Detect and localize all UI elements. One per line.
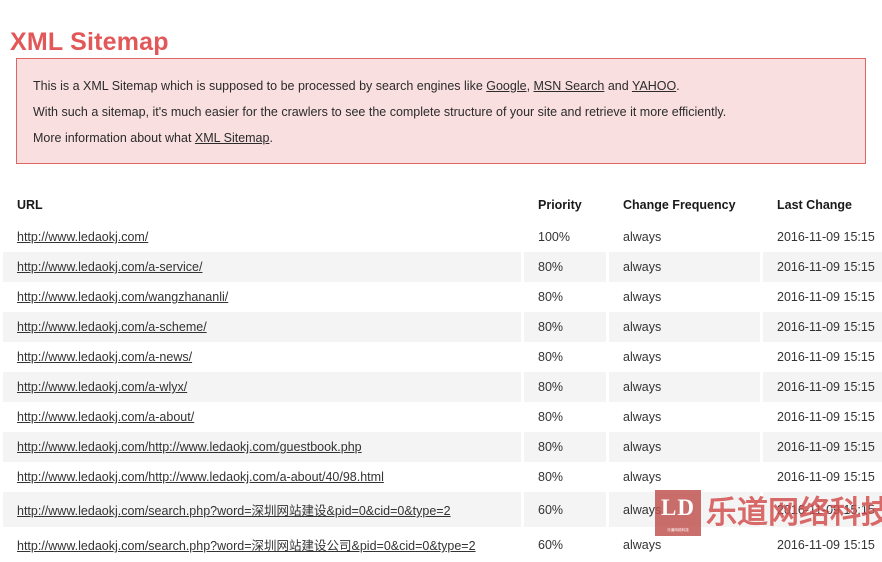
cell-last-change: 2016-11-09 15:15 bbox=[763, 492, 882, 527]
table-row: http://www.ledaokj.com/wangzhananli/80% a… bbox=[3, 282, 882, 312]
cell-priority: 80% bbox=[524, 282, 606, 312]
cell-url: http://www.ledaokj.com/http://www.ledaok… bbox=[3, 462, 521, 492]
cell-url: http://www.ledaokj.com/a-service/ bbox=[3, 252, 521, 282]
table-header-row: URL Priority Change Frequency Last Chang… bbox=[3, 190, 882, 222]
cell-last-change: 2016-11-09 15:15 bbox=[763, 342, 882, 372]
url-link[interactable]: http://www.ledaokj.com/a-about/ bbox=[17, 410, 194, 424]
info-line-2: With such a sitemap, it's much easier fo… bbox=[33, 105, 727, 119]
cell-last-change: 2016-11-09 15:15 bbox=[763, 312, 882, 342]
url-link[interactable]: http://www.ledaokj.com/http://www.ledaok… bbox=[17, 440, 362, 454]
cell-last-change: 2016-11-09 15:15 bbox=[763, 252, 882, 282]
info-line-3-text-end: . bbox=[269, 131, 273, 145]
xml-sitemap-link[interactable]: XML Sitemap bbox=[195, 131, 270, 145]
url-link[interactable]: http://www.ledaokj.com/ bbox=[17, 230, 148, 244]
cell-url: http://www.ledaokj.com/search.php?word=深… bbox=[3, 492, 521, 527]
cell-priority: 80% bbox=[524, 372, 606, 402]
cell-last-change: 2016-11-09 15:15 bbox=[763, 222, 882, 252]
cell-last-change: 2016-11-09 15:15 bbox=[763, 462, 882, 492]
url-link[interactable]: http://www.ledaokj.com/a-service/ bbox=[17, 260, 203, 274]
info-line-1: This is a XML Sitemap which is supposed … bbox=[33, 73, 849, 99]
url-link[interactable]: http://www.ledaokj.com/search.php?word=深… bbox=[17, 539, 476, 553]
cell-priority: 80% bbox=[524, 462, 606, 492]
yahoo-link[interactable]: YAHOO bbox=[632, 79, 676, 93]
sitemap-info-box: This is a XML Sitemap which is supposed … bbox=[16, 58, 866, 164]
cell-url: http://www.ledaokj.com/a-news/ bbox=[3, 342, 521, 372]
sitemap-table: URL Priority Change Frequency Last Chang… bbox=[0, 190, 882, 562]
column-header-change-frequency[interactable]: Change Frequency bbox=[609, 190, 760, 222]
url-link[interactable]: http://www.ledaokj.com/wangzhananli/ bbox=[17, 290, 228, 304]
cell-url: http://www.ledaokj.com/a-about/ bbox=[3, 402, 521, 432]
table-row: http://www.ledaokj.com/http://www.ledaok… bbox=[3, 432, 882, 462]
cell-last-change: 2016-11-09 15:15 bbox=[763, 527, 882, 562]
info-sep-2: and bbox=[604, 79, 632, 93]
cell-change-frequency: always bbox=[609, 282, 760, 312]
table-row: http://www.ledaokj.com/a-scheme/80% alway… bbox=[3, 312, 882, 342]
cell-url: http://www.ledaokj.com/http://www.ledaok… bbox=[3, 432, 521, 462]
info-line-1-text-end: . bbox=[676, 79, 680, 93]
column-header-last-change[interactable]: Last Change bbox=[763, 190, 882, 222]
cell-url: http://www.ledaokj.com/wangzhananli/ bbox=[3, 282, 521, 312]
cell-priority: 100% bbox=[524, 222, 606, 252]
cell-url: http://www.ledaokj.com/a-scheme/ bbox=[3, 312, 521, 342]
table-row: http://www.ledaokj.com/a-service/80% alwa… bbox=[3, 252, 882, 282]
table-row: http://www.ledaokj.com/a-about/80% always… bbox=[3, 402, 882, 432]
cell-url: http://www.ledaokj.com/ bbox=[3, 222, 521, 252]
table-row: http://www.ledaokj.com/search.php?word=深… bbox=[3, 527, 882, 562]
google-link[interactable]: Google bbox=[486, 79, 526, 93]
table-row: http://www.ledaokj.com/search.php?word=深… bbox=[3, 492, 882, 527]
table-row: http://www.ledaokj.com/100% always 2016-11… bbox=[3, 222, 882, 252]
cell-change-frequency: always bbox=[609, 312, 760, 342]
cell-change-frequency: always bbox=[609, 462, 760, 492]
cell-priority: 80% bbox=[524, 402, 606, 432]
column-header-priority[interactable]: Priority bbox=[524, 190, 606, 222]
cell-url: http://www.ledaokj.com/a-wlyx/ bbox=[3, 372, 521, 402]
cell-change-frequency: always bbox=[609, 527, 760, 562]
cell-priority: 80% bbox=[524, 252, 606, 282]
info-line-3-text-pre: More information about what bbox=[33, 131, 195, 145]
msn-search-link[interactable]: MSN Search bbox=[534, 79, 605, 93]
cell-change-frequency: always bbox=[609, 252, 760, 282]
url-link[interactable]: http://www.ledaokj.com/search.php?word=深… bbox=[17, 504, 451, 518]
cell-change-frequency: always bbox=[609, 222, 760, 252]
table-header: URL Priority Change Frequency Last Chang… bbox=[3, 190, 882, 222]
cell-priority: 60% bbox=[524, 492, 606, 527]
cell-last-change: 2016-11-09 15:15 bbox=[763, 372, 882, 402]
table-row: http://www.ledaokj.com/a-news/80% always 2… bbox=[3, 342, 882, 372]
cell-priority: 80% bbox=[524, 342, 606, 372]
cell-last-change: 2016-11-09 15:15 bbox=[763, 282, 882, 312]
cell-change-frequency: always bbox=[609, 372, 760, 402]
cell-change-frequency: always bbox=[609, 402, 760, 432]
cell-last-change: 2016-11-09 15:15 bbox=[763, 402, 882, 432]
table-row: http://www.ledaokj.com/a-wlyx/80% always 2… bbox=[3, 372, 882, 402]
cell-change-frequency: always bbox=[609, 492, 760, 527]
cell-url: http://www.ledaokj.com/search.php?word=深… bbox=[3, 527, 521, 562]
cell-priority: 80% bbox=[524, 432, 606, 462]
table-row: http://www.ledaokj.com/http://www.ledaok… bbox=[3, 462, 882, 492]
info-line-1-text-pre: This is a XML Sitemap which is supposed … bbox=[33, 79, 487, 93]
url-link[interactable]: http://www.ledaokj.com/a-scheme/ bbox=[17, 320, 207, 334]
url-link[interactable]: http://www.ledaokj.com/a-wlyx/ bbox=[17, 380, 187, 394]
info-sep-1: , bbox=[526, 79, 534, 93]
info-line-3: More information about what XML Sitemap. bbox=[33, 125, 849, 151]
xml-sitemap-page: XML Sitemap This is a XML Sitemap which … bbox=[0, 0, 882, 562]
page-title: XML Sitemap bbox=[10, 27, 169, 56]
url-link[interactable]: http://www.ledaokj.com/http://www.ledaok… bbox=[17, 470, 384, 484]
table-body: http://www.ledaokj.com/100% always 2016-11… bbox=[3, 222, 882, 562]
cell-change-frequency: always bbox=[609, 342, 760, 372]
cell-priority: 80% bbox=[524, 312, 606, 342]
url-link[interactable]: http://www.ledaokj.com/a-news/ bbox=[17, 350, 192, 364]
cell-last-change: 2016-11-09 15:15 bbox=[763, 432, 882, 462]
cell-change-frequency: always bbox=[609, 432, 760, 462]
cell-priority: 60% bbox=[524, 527, 606, 562]
column-header-url[interactable]: URL bbox=[3, 190, 521, 222]
